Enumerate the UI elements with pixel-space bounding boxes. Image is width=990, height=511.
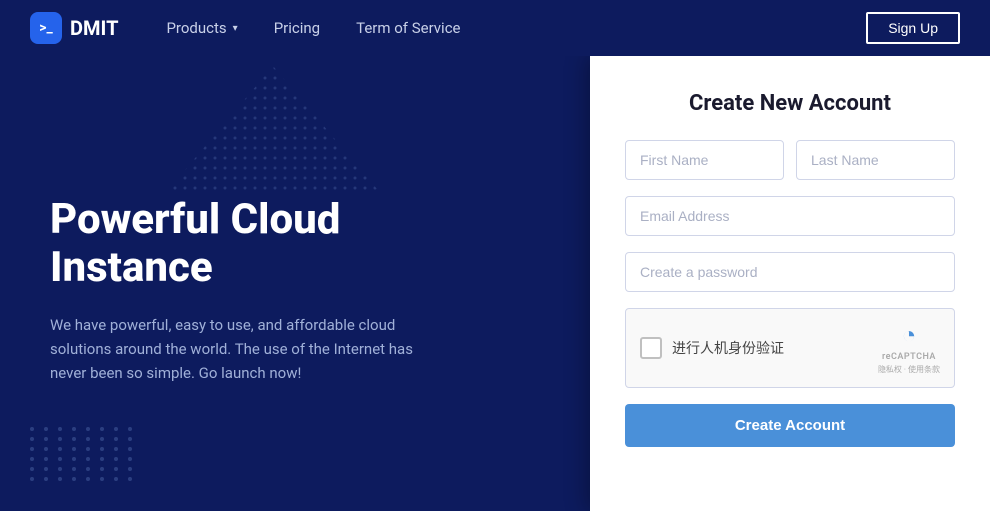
recaptcha-checkbox[interactable] xyxy=(640,337,662,359)
navbar-right: Sign Up xyxy=(866,12,960,44)
hero-title: Powerful Cloud Instance xyxy=(50,196,450,293)
recaptcha-logo: ◔ reCAPTCHA 隐私权 · 使用条款 xyxy=(878,321,940,375)
mountain-decoration xyxy=(163,66,383,196)
last-name-input[interactable] xyxy=(796,140,955,180)
hero-description: We have powerful, easy to use, and affor… xyxy=(50,313,430,385)
create-account-button[interactable]: Create Account xyxy=(625,404,955,447)
recaptcha-widget[interactable]: 进行人机身份验证 ◔ reCAPTCHA 隐私权 · 使用条款 xyxy=(625,308,955,388)
nav-item-pricing[interactable]: Pricing xyxy=(256,0,338,56)
navbar: >_ DMIT Products ▾ Pricing Term of Servi… xyxy=(0,0,990,56)
logo-text: DMIT xyxy=(70,16,118,40)
logo-icon: >_ xyxy=(30,12,62,44)
nav-item-terms[interactable]: Term of Service xyxy=(338,0,478,56)
recaptcha-links: 隐私权 · 使用条款 xyxy=(878,364,940,375)
chevron-down-icon: ▾ xyxy=(233,23,238,34)
recaptcha-icon: ◔ xyxy=(902,321,917,350)
hero-section: Powerful Cloud Instance We have powerful… xyxy=(0,56,590,511)
signup-button[interactable]: Sign Up xyxy=(866,12,960,44)
recaptcha-brand-label: reCAPTCHA xyxy=(882,352,936,362)
form-title: Create New Account xyxy=(625,91,955,116)
nav-item-products[interactable]: Products ▾ xyxy=(148,0,255,56)
recaptcha-label: 进行人机身份验证 xyxy=(672,338,868,358)
nav-menu: Products ▾ Pricing Term of Service xyxy=(148,0,866,56)
dots-decoration: for(let i=0; i<48; i++) document.write('… xyxy=(30,427,136,481)
first-name-input[interactable] xyxy=(625,140,784,180)
main-content: Powerful Cloud Instance We have powerful… xyxy=(0,56,990,511)
signup-form-panel: Create New Account 进行人机身份验证 ◔ reCAPTCHA … xyxy=(590,56,990,511)
name-row xyxy=(625,140,955,180)
password-input[interactable] xyxy=(625,252,955,292)
email-input[interactable] xyxy=(625,196,955,236)
brand-logo[interactable]: >_ DMIT xyxy=(30,12,118,44)
